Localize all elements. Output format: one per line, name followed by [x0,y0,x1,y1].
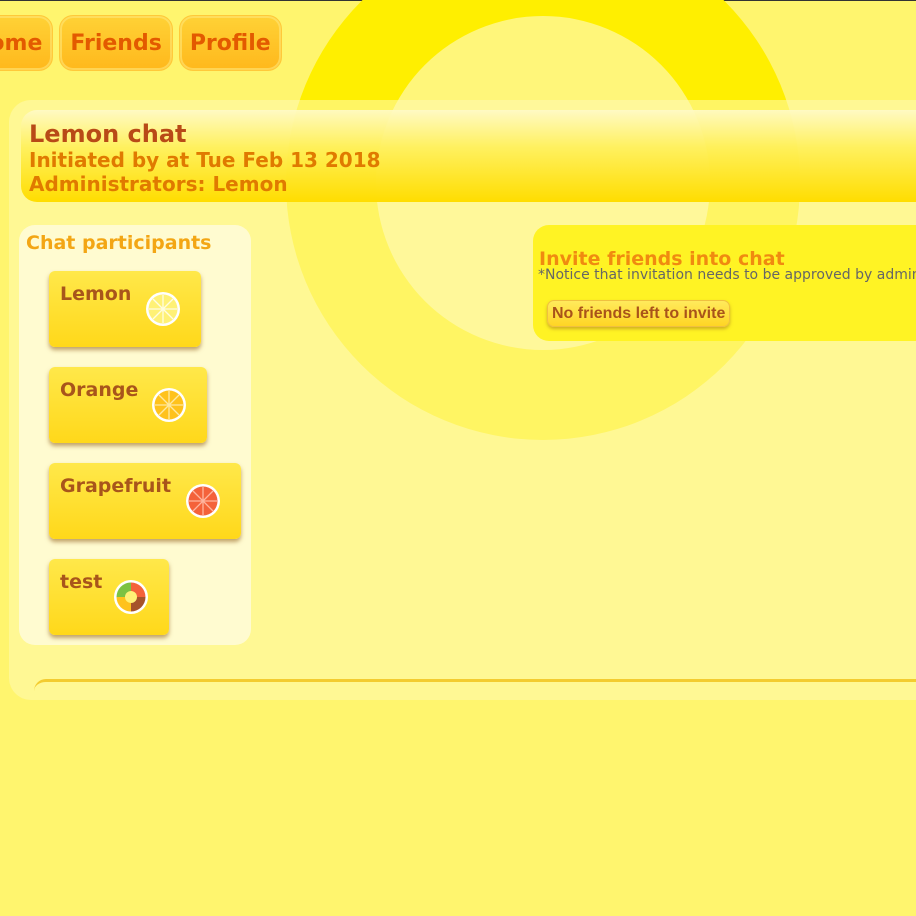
participant-name: Orange [60,379,139,401]
mixed-fruit-slice-icon [114,580,148,614]
participant-card-lemon[interactable]: Lemon [49,271,201,347]
no-friends-left-button[interactable]: No friends left to invite [547,300,731,327]
grapefruit-slice-icon [186,484,220,518]
section-divider [34,679,916,692]
participant-name: Lemon [60,283,132,305]
top-nav: Home Friends Profile [0,15,282,71]
chat-title: Lemon chat [29,120,187,148]
chat-administrators: Administrators: Lemon [29,172,288,196]
invite-approval-notice: *Notice that invitation needs to be appr… [538,267,916,283]
participant-card-test[interactable]: test [49,559,169,635]
participant-card-orange[interactable]: Orange [49,367,207,443]
chat-participants-title: Chat participants [26,232,212,254]
nav-friends-button[interactable]: Friends [59,15,173,71]
participant-card-grapefruit[interactable]: Grapefruit [49,463,241,539]
nav-home-button[interactable]: Home [0,15,54,71]
invite-friends-panel: Invite friends into chat *Notice that in… [533,225,916,341]
lemon-slice-icon [146,292,180,326]
participant-name: Grapefruit [60,475,172,497]
orange-slice-icon [152,388,186,422]
chat-header: Lemon chat Initiated by at Tue Feb 13 20… [21,110,916,202]
chat-participants-panel: Chat participants Lemon Orange Grapefrui… [19,225,251,645]
chat-initiated-info: Initiated by at Tue Feb 13 2018 [29,148,381,172]
participant-name: test [60,571,103,593]
nav-profile-button[interactable]: Profile [178,15,282,71]
